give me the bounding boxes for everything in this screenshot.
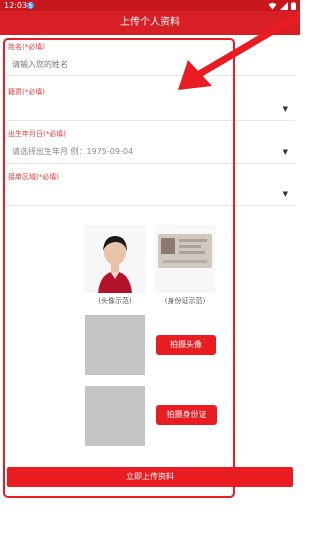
name-label: 姓名(*必填) bbox=[8, 43, 45, 51]
birth-select[interactable]: 请选择出生年月 例：1975-09-04 ▼ bbox=[6, 140, 294, 164]
notification-badge-icon: § bbox=[27, 2, 34, 9]
page-title: 上传个人资料 bbox=[0, 11, 300, 35]
id-upload-preview[interactable] bbox=[85, 386, 145, 446]
system-icons bbox=[268, 0, 296, 11]
id-sample-caption: (身份证示范) bbox=[164, 297, 206, 305]
avatar-sample-photo bbox=[84, 225, 146, 293]
id-sample-image bbox=[155, 225, 215, 293]
area-label: 接单区域(*必填) bbox=[8, 173, 59, 181]
annotation-arrow-icon bbox=[178, 11, 300, 90]
wifi-icon bbox=[268, 2, 277, 9]
battery-icon bbox=[291, 1, 296, 10]
shoot-avatar-button[interactable]: 拍摄头像 bbox=[156, 335, 216, 355]
origin-label: 籍贯(*必填) bbox=[8, 88, 45, 96]
id-card-sample-photo bbox=[155, 225, 215, 293]
avatar-upload-preview[interactable] bbox=[85, 315, 145, 375]
dropdown-arrow-icon: ▼ bbox=[282, 148, 288, 156]
area-select[interactable]: ▼ bbox=[6, 182, 294, 206]
avatar-sample-caption: (头像示范) bbox=[98, 297, 132, 305]
signal-icon bbox=[280, 1, 288, 10]
origin-select[interactable]: ▼ bbox=[6, 97, 294, 121]
status-bar: 12:03 § bbox=[0, 0, 300, 11]
shoot-id-button[interactable]: 拍摄身份证 bbox=[156, 405, 217, 425]
avatar-sample-image bbox=[84, 225, 146, 293]
submit-button[interactable]: 立即上传资料 bbox=[7, 467, 293, 487]
dropdown-arrow-icon: ▼ bbox=[282, 190, 288, 198]
dropdown-arrow-icon: ▼ bbox=[282, 105, 288, 113]
birth-value: 请选择出生年月 例：1975-09-04 bbox=[12, 147, 134, 156]
birth-label: 出生年月日(*必填) bbox=[8, 130, 66, 138]
name-input[interactable] bbox=[6, 54, 294, 76]
status-time: 12:03 bbox=[4, 1, 28, 10]
